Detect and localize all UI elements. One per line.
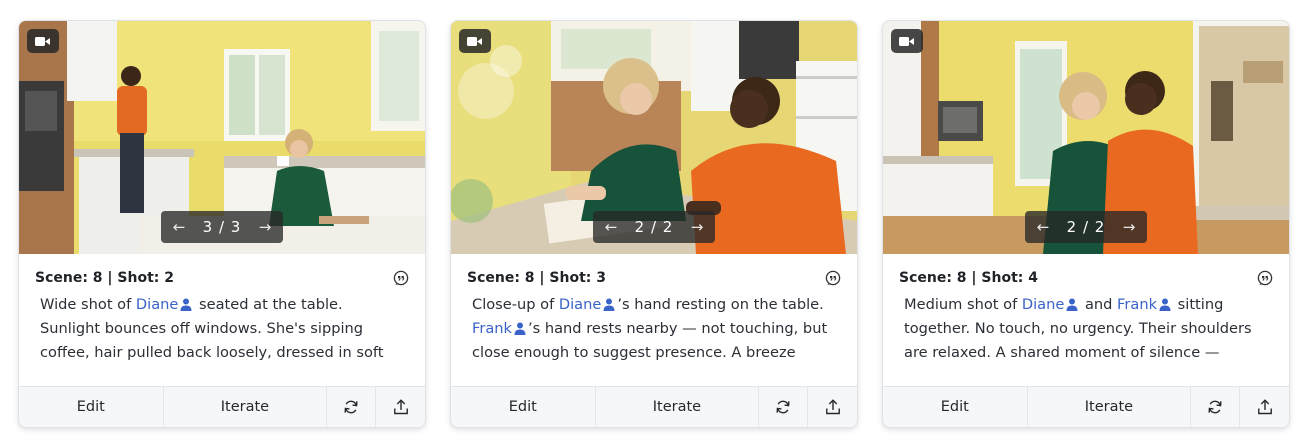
person-icon <box>1159 298 1171 311</box>
shot-description: Close-up of Diane ’s hand resting on the … <box>467 293 841 365</box>
scene-shot-label: Scene: 8 | Shot: 4 <box>899 270 1038 286</box>
shot-thumbnail[interactable]: ← 2 / 2 → <box>883 21 1289 254</box>
refresh-icon <box>344 400 358 414</box>
iterate-button[interactable]: Iterate <box>164 387 328 427</box>
share-upload-icon <box>825 399 840 415</box>
prev-arrow-icon[interactable]: ← <box>1035 218 1051 236</box>
card-actions: Edit Iterate <box>451 386 857 427</box>
shot-thumbnail[interactable]: ← 2 / 2 → <box>451 21 857 254</box>
image-pager: ← 2 / 2 → <box>593 211 715 243</box>
share-button[interactable] <box>376 387 425 427</box>
refresh-icon <box>776 400 790 414</box>
shot-description: Medium shot of Diane and Frank sitting t… <box>899 293 1273 365</box>
edit-button[interactable]: Edit <box>19 387 164 427</box>
iterate-button[interactable]: Iterate <box>596 387 760 427</box>
quote-bubble-icon[interactable] <box>393 270 409 286</box>
person-icon <box>1066 298 1078 311</box>
refresh-icon <box>1208 400 1222 414</box>
desc-text: ’s hand resting on the table. <box>617 296 824 313</box>
next-arrow-icon[interactable]: → <box>1121 218 1137 236</box>
card-actions: Edit Iterate <box>19 386 425 427</box>
character-link-diane[interactable]: Diane <box>1022 296 1064 313</box>
video-camera-icon[interactable] <box>27 29 59 53</box>
desc-text: and <box>1080 296 1118 313</box>
share-upload-icon <box>393 399 408 415</box>
card-actions: Edit Iterate <box>883 386 1289 427</box>
desc-text: Close-up of <box>472 296 559 313</box>
quote-bubble-icon[interactable] <box>825 270 841 286</box>
shot-card-grid: ← 3 / 3 → Scene: 8 | Shot: 2 Wide shot o… <box>0 0 1309 445</box>
shot-info: Scene: 8 | Shot: 4 Medium shot of Diane … <box>883 254 1289 388</box>
refresh-button[interactable] <box>759 387 809 427</box>
video-camera-icon[interactable] <box>459 29 491 53</box>
iterate-button[interactable]: Iterate <box>1028 387 1192 427</box>
share-upload-icon <box>1257 399 1272 415</box>
edit-button[interactable]: Edit <box>451 387 596 427</box>
prev-arrow-icon[interactable]: ← <box>171 218 187 236</box>
page-count: 2 / 2 <box>1066 218 1106 236</box>
prev-arrow-icon[interactable]: ← <box>603 218 619 236</box>
share-button[interactable] <box>1240 387 1289 427</box>
next-arrow-icon[interactable]: → <box>689 218 705 236</box>
shot-card: ← 3 / 3 → Scene: 8 | Shot: 2 Wide shot o… <box>18 20 426 428</box>
person-icon <box>603 298 615 311</box>
page-count: 2 / 2 <box>634 218 674 236</box>
shot-info: Scene: 8 | Shot: 2 Wide shot of Diane se… <box>19 254 425 388</box>
refresh-button[interactable] <box>1191 387 1241 427</box>
scene-shot-label: Scene: 8 | Shot: 3 <box>467 270 606 286</box>
character-link-frank[interactable]: Frank <box>472 320 512 337</box>
person-icon <box>180 298 192 311</box>
character-link-diane[interactable]: Diane <box>559 296 601 313</box>
shot-card: ← 2 / 2 → Scene: 8 | Shot: 4 Medium shot… <box>882 20 1290 428</box>
share-button[interactable] <box>808 387 857 427</box>
image-pager: ← 2 / 2 → <box>1025 211 1147 243</box>
shot-thumbnail[interactable]: ← 3 / 3 → <box>19 21 425 254</box>
desc-text: Medium shot of <box>904 296 1022 313</box>
refresh-button[interactable] <box>327 387 377 427</box>
shot-card: ← 2 / 2 → Scene: 8 | Shot: 3 Close-up of… <box>450 20 858 428</box>
edit-button[interactable]: Edit <box>883 387 1028 427</box>
scene-shot-label: Scene: 8 | Shot: 2 <box>35 270 174 286</box>
shot-description: Wide shot of Diane seated at the table. … <box>35 293 409 365</box>
person-icon <box>514 322 526 335</box>
video-camera-icon[interactable] <box>891 29 923 53</box>
next-arrow-icon[interactable]: → <box>257 218 273 236</box>
character-link-diane[interactable]: Diane <box>136 296 178 313</box>
page-count: 3 / 3 <box>202 218 242 236</box>
quote-bubble-icon[interactable] <box>1257 270 1273 286</box>
character-link-frank[interactable]: Frank <box>1117 296 1157 313</box>
desc-text: Wide shot of <box>40 296 136 313</box>
shot-info: Scene: 8 | Shot: 3 Close-up of Diane ’s h… <box>451 254 857 388</box>
image-pager: ← 3 / 3 → <box>161 211 283 243</box>
